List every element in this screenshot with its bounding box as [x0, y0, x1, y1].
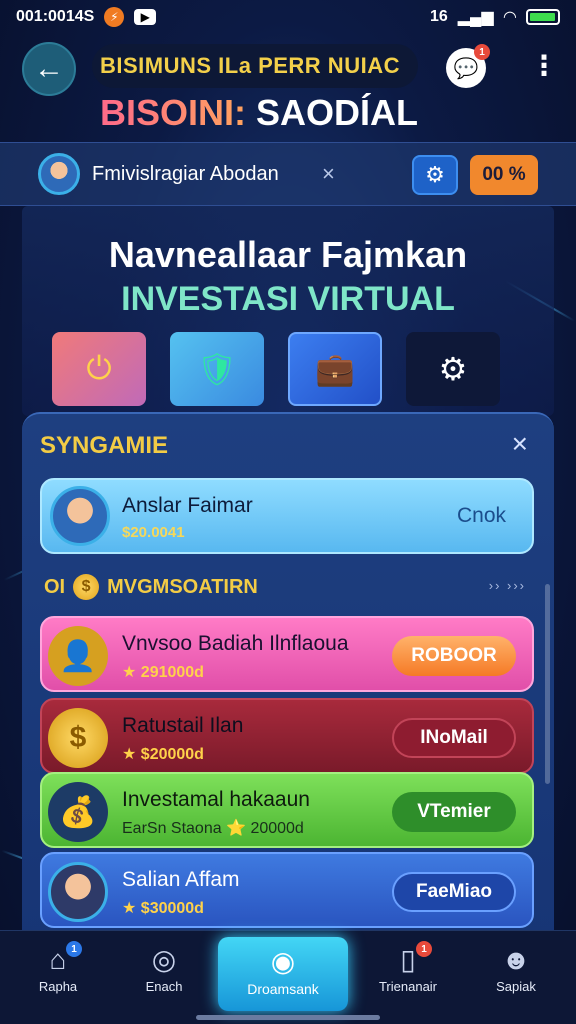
signal-icon: ▂▄▆ — [457, 9, 494, 26]
coin-icon: $ — [73, 574, 100, 600]
featured-value: $20.0041 — [122, 524, 185, 541]
status-right: 16 ▂▄▆ ◠ — [430, 7, 560, 27]
profile-bar: Fmivislragiar Abodan × ⚙ 00 % — [0, 142, 576, 206]
center-icon: ◉ — [270, 946, 296, 977]
section-title: SYNGAMIE — [40, 432, 169, 459]
hero-title: Navneallaar Fajmkan — [108, 234, 468, 275]
wifi-icon: ◠ — [503, 9, 516, 26]
document-icon: ▯ — [400, 944, 416, 975]
nav-badge: 1 — [66, 941, 82, 957]
message-button[interactable]: 💬 1 — [446, 44, 490, 88]
item-value: ★ $30000d — [122, 900, 204, 917]
category-button-shield[interactable]: 🛡 — [170, 332, 264, 406]
more-arrows[interactable]: ›› ››› — [489, 578, 526, 593]
wallet-icon: 💼 — [315, 351, 355, 387]
item-avatar: 👤 — [48, 626, 108, 686]
featured-avatar — [50, 486, 110, 546]
list-item[interactable]: $ Ratustail Ilan ★ $20000d INoMail — [40, 698, 534, 774]
target-icon: ◎ — [151, 944, 177, 975]
featured-card[interactable]: Anslar Faimar $20.0041 Cnok — [40, 478, 534, 554]
nav-label: Sapiak — [496, 979, 536, 994]
support-icon: ☻ — [501, 944, 531, 975]
status-bar: 001:0014S ⚡ ▶ 16 ▂▄▆ ◠ — [0, 0, 576, 34]
nav-label: Rapha — [38, 979, 78, 994]
item-value: EarSn Staona ⭐ 20000d — [122, 820, 304, 837]
item-action-button[interactable]: FaeMiao — [392, 872, 516, 912]
media-icon: ▶ — [134, 9, 157, 25]
hero-panel: Navneallaar Fajmkan INVESTASI VIRTUAL ⏻ … — [22, 206, 554, 416]
category-button-power[interactable]: ⏻ — [52, 332, 146, 406]
power-icon: ⏻ — [86, 350, 112, 386]
item-coin-icon: 💰 — [48, 782, 108, 842]
item-name: Ratustail Ilan — [122, 714, 244, 737]
item-name: Salian Affam — [122, 868, 240, 891]
category-button-settings[interactable]: ⚙ — [406, 332, 500, 406]
shield-icon: 🛡 — [196, 351, 238, 387]
nav-label: Trienanair — [378, 979, 438, 994]
subheading-text: MVGMSOATIRN — [107, 575, 258, 598]
featured-action[interactable]: Cnok — [457, 504, 506, 528]
profile-name: Fmivislragiar Abodan — [92, 163, 279, 185]
back-button[interactable]: ← — [22, 42, 76, 96]
bottom-nav: ⌂ Rapha 1 ◎ Enach ◉ Droamsank ▯ Trienana… — [0, 930, 576, 1024]
nav-label: Droamsank — [247, 981, 319, 997]
subheading-prefix: OI — [44, 575, 66, 598]
network-label: 16 — [429, 8, 448, 25]
more-options-icon[interactable]: ⋮ — [530, 52, 558, 80]
percent-button[interactable]: 00 % — [470, 155, 538, 195]
list-item[interactable]: Salian Affam ★ $30000d FaeMiao — [40, 852, 534, 928]
header-pill: BISIMUNS ILa PERR NUIAC — [92, 44, 418, 88]
item-name: Vnvsoo Badiah Ilnflaoua — [122, 632, 349, 655]
nav-profile[interactable]: ☻ Sapiak — [466, 941, 566, 1011]
page-title-part2: SAODÍAL — [256, 92, 419, 133]
battery-icon — [526, 9, 560, 25]
item-name: Investamal hakaaun — [122, 788, 310, 811]
list-item[interactable]: 💰 Investamal hakaaun EarSn Staona ⭐ 2000… — [40, 772, 534, 848]
featured-name: Anslar Faimar — [122, 494, 253, 517]
home-icon: ⌂ — [49, 944, 67, 975]
page-title-part1: BISOINI: — [100, 92, 247, 133]
page-title: BISOINI: SAODÍAL — [100, 92, 418, 134]
item-value: ★ 291000d — [122, 664, 204, 681]
status-time: 001:0014S — [16, 8, 95, 25]
item-avatar — [48, 862, 108, 922]
profile-close-icon[interactable]: × — [322, 161, 335, 187]
nav-label: Enach — [145, 979, 183, 994]
scrollbar[interactable] — [545, 584, 550, 784]
item-action-button[interactable]: ROBOOR — [392, 636, 516, 676]
item-action-button[interactable]: VTemier — [392, 792, 516, 832]
nav-home[interactable]: ⌂ Rapha 1 — [8, 941, 108, 1011]
item-coin-icon: $ — [48, 708, 108, 768]
profile-avatar[interactable] — [38, 153, 80, 195]
settings-button[interactable]: ⚙ — [412, 155, 458, 195]
nav-badge: 1 — [416, 941, 432, 957]
gear-icon: ⚙ — [425, 162, 445, 187]
cog-icon: ⚙ — [438, 351, 468, 387]
section-close-icon[interactable]: × — [512, 428, 528, 460]
hero-subtitle: INVESTASI VIRTUAL — [121, 280, 455, 318]
nav-trade[interactable]: ▯ Trienanair 1 — [358, 941, 458, 1011]
investment-section: SYNGAMIE × Anslar Faimar $20.0041 Cnok O… — [22, 412, 554, 942]
home-indicator[interactable] — [196, 1015, 380, 1020]
item-value: ★ $20000d — [122, 746, 204, 763]
list-item[interactable]: 👤 Vnvsoo Badiah Ilnflaoua ★ 291000d ROBO… — [40, 616, 534, 692]
subheading: OI $ MVGMSOATIRN — [44, 574, 258, 600]
category-button-wallet[interactable]: 💼 — [288, 332, 382, 406]
message-badge: 1 — [474, 44, 490, 60]
item-action-button[interactable]: INoMail — [392, 718, 516, 758]
nav-search[interactable]: ◎ Enach — [114, 941, 214, 1011]
nav-center[interactable]: ◉ Droamsank — [218, 937, 348, 1011]
notification-icon: ⚡ — [104, 7, 125, 27]
chat-icon: 💬 — [453, 57, 479, 80]
arrow-left-icon: ← — [34, 52, 64, 85]
